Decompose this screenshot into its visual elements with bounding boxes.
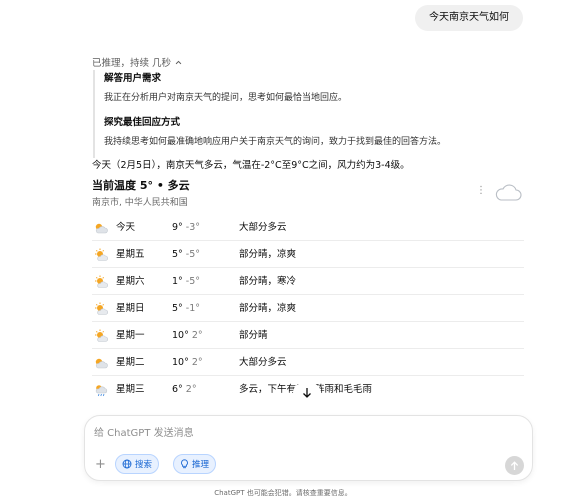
reason-button[interactable]: 推理 xyxy=(173,454,217,474)
forecast-day: 星期三 xyxy=(116,384,145,395)
forecast-low: 2° xyxy=(185,384,197,395)
rain-icon xyxy=(95,385,108,397)
forecast-high: 10° xyxy=(172,330,189,341)
forecast-list: 今天 9° -3° 大部分多云 星期五 5° -5° 部分晴，凉爽 星期六 1° -5… xyxy=(92,214,524,403)
forecast-low: -5° xyxy=(185,276,201,287)
message-input[interactable]: 给 ChatGPT 发送消息 xyxy=(94,424,514,440)
forecast-high: 1° xyxy=(172,276,183,287)
search-button-label: 搜索 xyxy=(135,460,153,470)
forecast-row: 星期五 5° -5° 部分晴，凉爽 xyxy=(92,241,524,268)
reasoning-step-body: 我正在分析用户对南京天气的提问，思考如何最恰当地回应。 xyxy=(104,93,348,103)
search-button[interactable]: 搜索 xyxy=(115,454,160,474)
forecast-description: 部分晴，寒冷 xyxy=(239,276,297,287)
reasoning-step-body: 我持续思考如何最准确地响应用户关于南京天气的询问，致力于找到最佳的回答方法。 xyxy=(104,137,447,147)
chevron-up-icon xyxy=(175,60,182,64)
assistant-answer: 今天（2月5日），南京天气多云，气温在-2°C至9°C之间，风力约为3-4级。 xyxy=(92,160,410,171)
forecast-description: 部分晴 xyxy=(239,330,268,341)
forecast-high: 5° xyxy=(172,249,183,260)
globe-icon xyxy=(122,459,132,469)
partly-sunny-icon xyxy=(95,275,108,288)
user-message-bubble: 今天南京天气如何 xyxy=(415,5,523,31)
mostly-cloudy-icon xyxy=(95,358,108,369)
reasoning-step: 探究最佳回应方式 我持续思考如何最准确地响应用户关于南京天气的询问，致力于找到最… xyxy=(104,114,533,158)
forecast-temps: 10° 2° xyxy=(172,349,203,376)
reasoning-toggle[interactable]: 已推理，持续 几秒 xyxy=(92,55,182,69)
reasoning-step-title: 探究最佳回应方式 xyxy=(104,117,181,128)
forecast-low: -5° xyxy=(185,249,201,260)
reason-button-label: 推理 xyxy=(192,460,210,470)
arrow-up-icon xyxy=(510,460,519,470)
forecast-day: 星期六 xyxy=(116,276,145,287)
forecast-day: 今天 xyxy=(116,222,136,233)
reasoning-step: 解答用户需求 我正在分析用户对南京天气的提问，思考如何最恰当地回应。 xyxy=(104,70,533,114)
message-composer: 给 ChatGPT 发送消息 + 搜索 推理 xyxy=(84,415,533,481)
forecast-temps: 9° -3° xyxy=(172,214,200,241)
forecast-description: 大部分多云 xyxy=(239,222,287,233)
disclaimer-text: ChatGPT 也可能会犯错。请核查重要信息。 xyxy=(214,489,352,497)
forecast-high: 5° xyxy=(172,303,183,314)
partly-sunny-icon xyxy=(95,329,108,342)
forecast-day: 星期五 xyxy=(116,249,145,260)
reasoning-steps: 解答用户需求 我正在分析用户对南京天气的提问，思考如何最恰当地回应。 探究最佳回… xyxy=(93,70,533,158)
forecast-day: 星期一 xyxy=(116,330,145,341)
more-options-icon[interactable]: ⋮ xyxy=(476,186,486,196)
forecast-low: -1° xyxy=(185,303,201,314)
forecast-row: 星期六 1° -5° 部分晴，寒冷 xyxy=(92,268,524,295)
forecast-day: 星期二 xyxy=(116,357,145,368)
partly-sunny-icon xyxy=(95,248,108,261)
forecast-description: 大部分多云 xyxy=(239,357,287,368)
forecast-description: 部分晴，凉爽 xyxy=(239,249,297,260)
forecast-temps: 5° -5° xyxy=(172,241,200,268)
forecast-high: 9° xyxy=(172,222,183,233)
forecast-high: 10° xyxy=(172,357,189,368)
forecast-temps: 1° -5° xyxy=(172,268,200,295)
current-weather: 当前温度 5° • 多云 xyxy=(92,179,190,192)
partly-sunny-icon xyxy=(95,302,108,315)
forecast-temps: 6° 2° xyxy=(172,376,197,403)
reasoning-step-title: 解答用户需求 xyxy=(104,73,162,84)
forecast-low: 2° xyxy=(191,357,203,368)
forecast-row: 星期一 10° 2° 部分晴 xyxy=(92,322,524,349)
lightbulb-icon xyxy=(181,459,188,469)
weather-card: 当前温度 5° • 多云 南京市, 中华人民共和国 ⋮ 今天 9° -3° 大部分… xyxy=(92,178,524,397)
reasoning-toggle-label: 已推理，持续 几秒 xyxy=(92,58,172,69)
send-button[interactable] xyxy=(505,456,524,475)
forecast-low: 2° xyxy=(191,330,203,341)
forecast-temps: 5° -1° xyxy=(172,295,200,322)
mostly-cloudy-icon xyxy=(95,223,108,234)
forecast-row: 星期日 5° -1° 部分晴，凉爽 xyxy=(92,295,524,322)
attach-plus-icon[interactable]: + xyxy=(95,458,106,471)
forecast-row: 今天 9° -3° 大部分多云 xyxy=(92,214,524,241)
forecast-temps: 10° 2° xyxy=(172,322,203,349)
forecast-description: 部分晴，凉爽 xyxy=(239,303,297,314)
forecast-row: 星期二 10° 2° 大部分多云 xyxy=(92,349,524,376)
forecast-day: 星期日 xyxy=(116,303,145,314)
forecast-low: -3° xyxy=(185,222,201,233)
scroll-to-bottom-button[interactable] xyxy=(293,383,321,403)
weather-location: 南京市, 中华人民共和国 xyxy=(92,198,188,208)
cloud-icon xyxy=(495,184,522,201)
arrow-down-icon xyxy=(303,388,311,398)
forecast-high: 6° xyxy=(172,384,183,395)
